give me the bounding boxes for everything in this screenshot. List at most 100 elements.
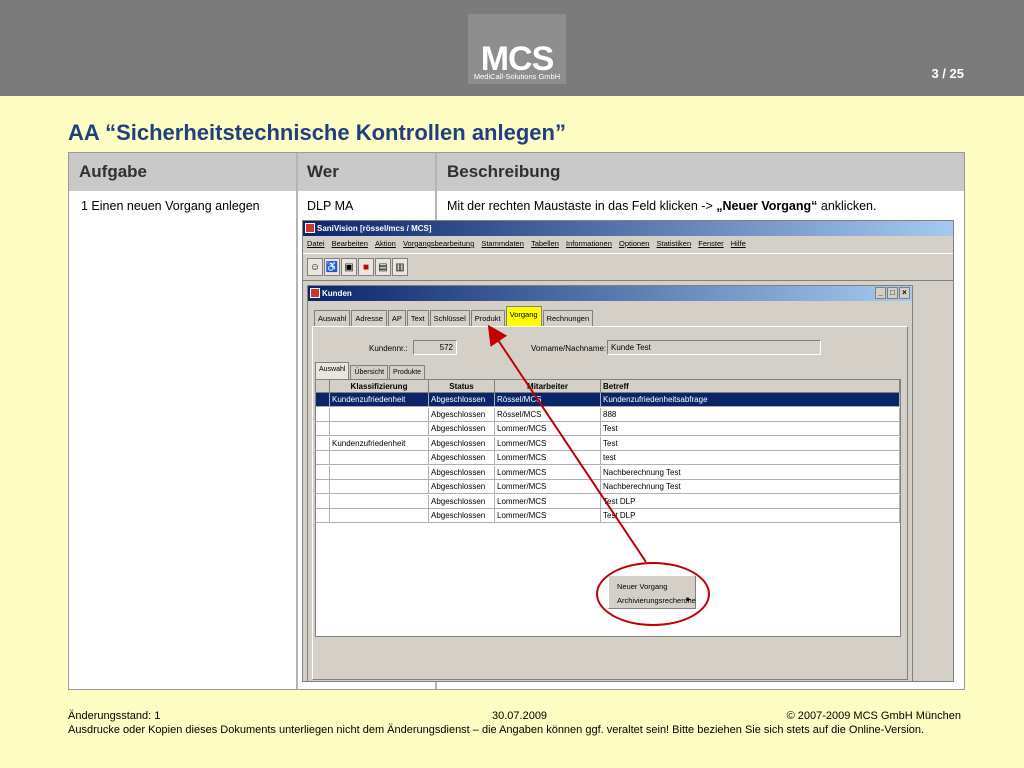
users-icon[interactable]: ☺	[307, 258, 323, 276]
close-icon[interactable]: ×	[899, 287, 910, 299]
minimize-icon[interactable]: _	[875, 287, 886, 299]
menu-hilfe[interactable]: Hilfe	[731, 237, 746, 251]
page-number: 3 / 25	[931, 66, 964, 81]
name-label: Vorname/Nachname:	[531, 344, 607, 353]
tab-ap[interactable]: AP	[387, 310, 406, 326]
slide-header: MCS MediCall-Solutions GmbH 3 / 25	[0, 0, 1024, 96]
menu-stammdaten[interactable]: Stammdaten	[481, 237, 524, 251]
grid-cell: Abgeschlossen	[429, 393, 495, 407]
grid-cell-blank	[316, 465, 330, 480]
grid-cell: Rössel/MCS	[495, 407, 601, 422]
app-toolbar: ☺ ♿ ▣ ■ ▤ ▥	[303, 253, 953, 281]
table-row[interactable]: Abgeschlossen Lommer/MCS Test	[316, 422, 900, 436]
grid-cell: Lommer/MCS	[495, 465, 601, 480]
subtab-auswahl[interactable]: Auswahl	[315, 362, 350, 379]
vorgang-panel: Kundennr.: 572 Vorname/Nachname: Kunde T…	[312, 326, 908, 680]
cell-aufgabe: 1 Einen neuen Vorgang anlegen	[81, 199, 260, 213]
notes-icon[interactable]: ▥	[392, 258, 408, 276]
grid-cell: Abgeschlossen	[429, 494, 495, 509]
grid-header-blank	[316, 380, 330, 393]
grid-cell	[330, 451, 429, 465]
kunden-window: Kunden _ □ × Auswahl Adresse AP Text Sch…	[307, 285, 913, 681]
grid-cell-blank	[316, 494, 330, 509]
footer-copyright: © 2007-2009 MCS GmbH München	[786, 710, 961, 722]
cell-beschreibung: Mit der rechten Maustaste in das Feld kl…	[447, 199, 876, 213]
grid-header-status[interactable]: Status	[429, 380, 495, 393]
table-row[interactable]: Kundenzufriedenheit Abgeschlossen Rössel/M…	[316, 393, 900, 407]
book-icon[interactable]: ■	[358, 258, 374, 276]
tab-schluessel[interactable]: Schlüssel	[429, 310, 470, 326]
grid-cell: Abgeschlossen	[429, 480, 495, 494]
grid-cell: Abgeschlossen	[429, 436, 495, 451]
table-row[interactable]: Abgeschlossen Lommer/MCS Test DLP	[316, 494, 900, 509]
menu-aktion[interactable]: Aktion	[375, 237, 396, 251]
subtab-produkte[interactable]: Produkte	[389, 365, 426, 379]
app-title-text: SaniVision [rössel/mcs / MCS]	[317, 224, 432, 233]
grid-cell-blank	[316, 422, 330, 436]
grid-cell	[330, 465, 429, 480]
grid-cell: Kundenzufriedenheitsabfrage	[601, 393, 900, 407]
grid-cell: Abgeschlossen	[429, 451, 495, 465]
app-titlebar: SaniVision [rössel/mcs / MCS]	[303, 221, 953, 236]
document-icon[interactable]: ▤	[375, 258, 391, 276]
tab-adresse[interactable]: Adresse	[351, 310, 387, 326]
kundennr-field[interactable]: 572	[413, 340, 457, 355]
subtab-uebersicht[interactable]: Übersicht	[350, 365, 389, 379]
table-row[interactable]: Abgeschlossen Lommer/MCS Nachberechnung Te…	[316, 465, 900, 480]
tab-text[interactable]: Text	[406, 310, 429, 326]
grid-cell: Abgeschlossen	[429, 407, 495, 422]
grid-cell: Lommer/MCS	[495, 480, 601, 494]
grid-cell: Nachberechnung Test	[601, 480, 900, 494]
kunden-titlebar: Kunden _ □ ×	[308, 286, 912, 301]
tab-rechnungen[interactable]: Rechnungen	[542, 310, 594, 326]
name-field[interactable]: Kunde Test	[607, 340, 821, 355]
grid-cell: Abgeschlossen	[429, 465, 495, 480]
app-menubar: Datei Bearbeiten Aktion Vorgangsbearbeit…	[303, 237, 953, 251]
grid-cell	[330, 480, 429, 494]
grid-cell: Rössel/MCS	[495, 393, 601, 407]
menu-datei[interactable]: Datei	[307, 237, 325, 251]
grid-cell: Abgeschlossen	[429, 509, 495, 523]
table-row[interactable]: Abgeschlossen Lommer/MCS test	[316, 451, 900, 465]
table-row[interactable]: Abgeschlossen Rössel/MCS 888	[316, 407, 900, 422]
maximize-icon[interactable]: □	[887, 287, 898, 299]
grid-cell: Abgeschlossen	[429, 422, 495, 436]
footer-date: 30.07.2009	[492, 710, 548, 722]
grid-header-mitarbeiter[interactable]: Mitarbeiter	[495, 380, 601, 393]
menu-statistiken[interactable]: Statistiken	[657, 237, 692, 251]
table-row[interactable]: Abgeschlossen Lommer/MCS Nachberechnung Te…	[316, 480, 900, 494]
window-icon	[310, 288, 320, 298]
grid-cell: Kundenzufriedenheit	[330, 436, 429, 451]
logo-sub-text: MediCall-Solutions GmbH	[473, 72, 561, 81]
grid-header-klassifizierung[interactable]: Klassifizierung	[330, 380, 429, 393]
vorgang-subtabs: Auswahl Übersicht Produkte	[315, 362, 426, 379]
column-divider	[296, 153, 298, 689]
app-icon	[305, 223, 315, 233]
grid-cell	[330, 494, 429, 509]
wheelchair-icon[interactable]: ♿	[324, 258, 340, 276]
tab-vorgang[interactable]: Vorgang	[505, 306, 542, 326]
table-row[interactable]: Kundenzufriedenheit Abgeschlossen Lommer/M…	[316, 436, 900, 451]
kunden-tabs: Auswahl Adresse AP Text Schlüssel Produk…	[314, 306, 594, 326]
grid-cell: Test DLP	[601, 509, 900, 523]
grid-cell-blank	[316, 451, 330, 465]
menu-vorgangsbearbeitung[interactable]: Vorgangsbearbeitung	[403, 237, 474, 251]
header-wer: Wer	[307, 162, 339, 181]
grid-cell: Kundenzufriedenheit	[330, 393, 429, 407]
menu-optionen[interactable]: Optionen	[619, 237, 649, 251]
menu-informationen[interactable]: Informationen	[566, 237, 612, 251]
grid-cell: Lommer/MCS	[495, 494, 601, 509]
table-row[interactable]: Abgeschlossen Lommer/MCS Test DLP	[316, 509, 900, 523]
menu-bearbeiten[interactable]: Bearbeiten	[332, 237, 368, 251]
tab-produkt[interactable]: Produkt	[470, 310, 505, 326]
grid-header: Klassifizierung Status Mitarbeiter Betre…	[316, 380, 900, 393]
grid-header-betreff[interactable]: Betreff	[601, 380, 900, 393]
grid-cell: 888	[601, 407, 900, 422]
menu-fenster[interactable]: Fenster	[698, 237, 723, 251]
cell-wer: DLP MA	[307, 199, 354, 213]
menu-tabellen[interactable]: Tabellen	[531, 237, 559, 251]
grid-cell: Lommer/MCS	[495, 436, 601, 451]
folder-icon[interactable]: ▣	[341, 258, 357, 276]
kunden-title-text: Kunden	[322, 289, 352, 298]
tab-auswahl[interactable]: Auswahl	[314, 310, 351, 326]
